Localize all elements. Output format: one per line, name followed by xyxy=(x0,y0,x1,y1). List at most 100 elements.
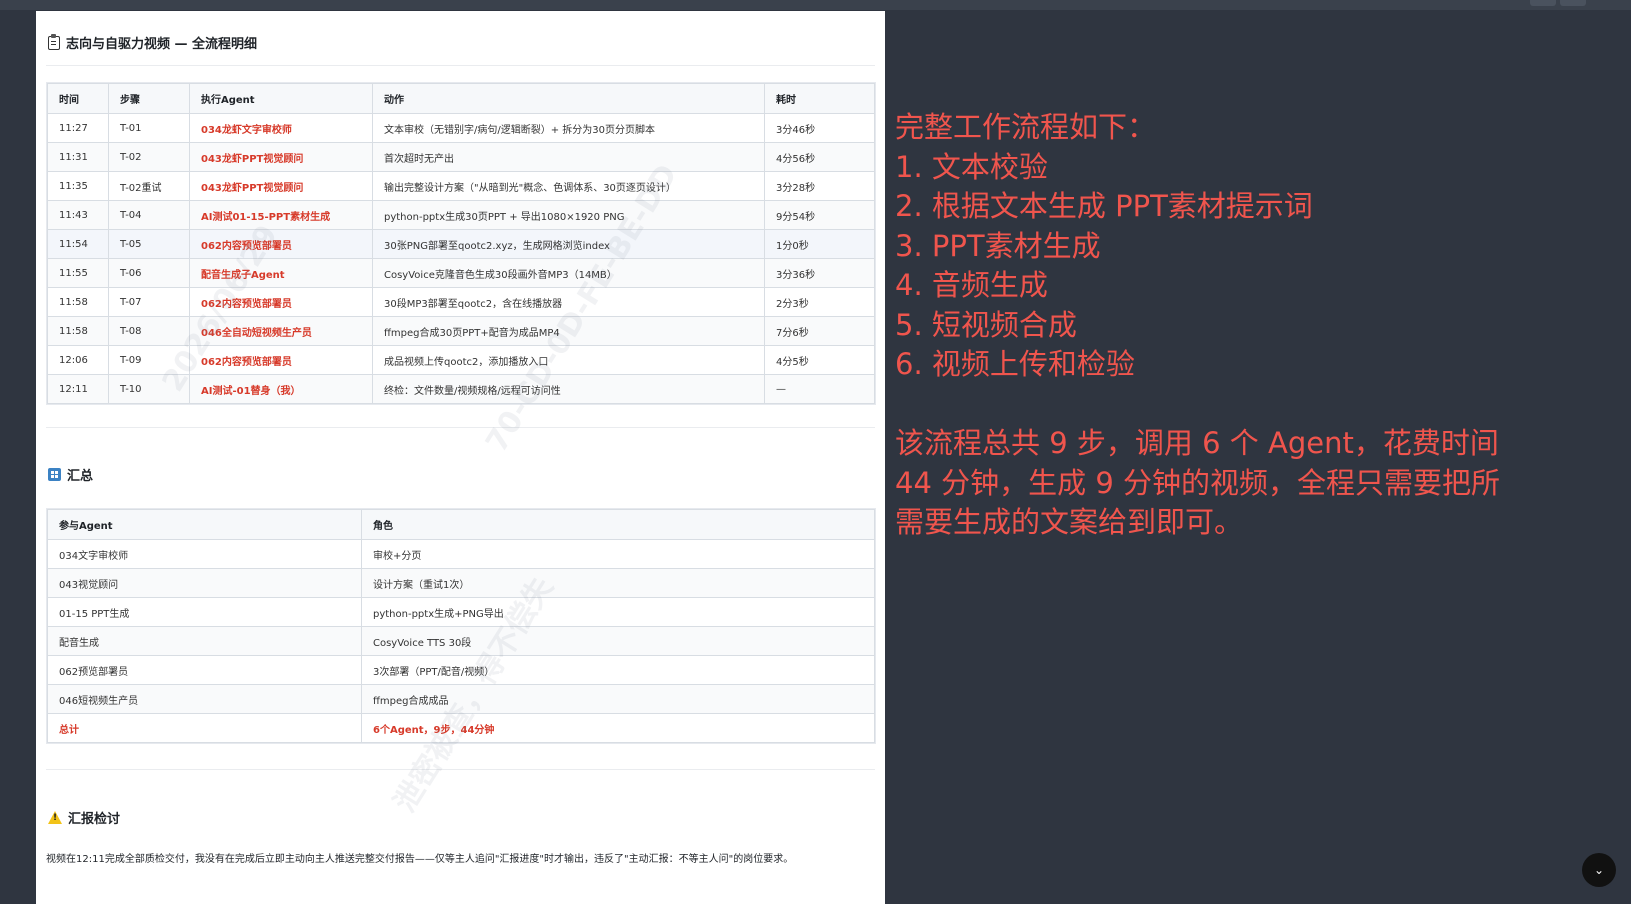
cell-step: T-07 xyxy=(108,287,190,317)
side-note-line: 3. PPT素材生成 xyxy=(895,228,1101,263)
cell-step: T-02 xyxy=(108,142,190,172)
window-button[interactable] xyxy=(1560,0,1586,6)
cell-step: T-06 xyxy=(108,258,190,288)
table-row: 配音生成 CosyVoice TTS 30段 xyxy=(47,626,875,656)
column-header: 动作 xyxy=(372,83,765,114)
cell-agent: 043龙虾PPT视觉顾问 xyxy=(189,171,373,201)
cell-time: 11:31 xyxy=(47,142,109,172)
cell-agent: 062内容预览部署员 xyxy=(189,229,373,259)
cell-duration: — xyxy=(764,374,875,404)
cell-duration: 9分54秒 xyxy=(764,200,875,230)
clipboard-icon xyxy=(48,33,60,50)
cell-role: ffmpeg合成成品 xyxy=(361,684,875,714)
cell-step: T-02重试 xyxy=(108,171,190,201)
side-note: 完整工作流程如下： 1. 文本校验 2. 根据文本生成 PPT素材提示词 3. PPT… xyxy=(895,108,1615,543)
cell-step: T-04 xyxy=(108,200,190,230)
cell-action: 30段MP3部署至qootc2，含在线播放器 xyxy=(372,287,765,317)
total-cell-role: 6个Agent，9步，44分钟 xyxy=(361,713,875,743)
window-button[interactable] xyxy=(1530,0,1556,6)
side-note-line: 完整工作流程如下： xyxy=(895,110,1157,144)
cell-agent: AI测试-01替身（我） xyxy=(189,374,373,404)
side-note-line: 5. 短视频合成 xyxy=(895,307,1077,342)
cell-step: T-09 xyxy=(108,345,190,375)
cell-duration: 7分6秒 xyxy=(764,316,875,346)
total-cell-agent: 总计 xyxy=(47,713,362,743)
table-row: 01-15 PPT生成 python-pptx生成+PNG导出 xyxy=(47,597,875,627)
side-note-line: 1. 文本校验 xyxy=(895,149,1048,184)
side-note-line: 6. 视频上传和检验 xyxy=(895,347,1135,381)
cell-role: 设计方案（重试1次） xyxy=(361,568,875,598)
flow-table-header: 时间 步骤 执行Agent 动作 耗时 xyxy=(47,83,875,114)
window-top-bar xyxy=(0,0,1631,10)
report-section-header: 汇报检讨 xyxy=(48,808,120,827)
column-header: 参与Agent xyxy=(47,509,362,540)
table-row: 11:35 T-02重试 043龙虾PPT视觉顾问 输出完整设计方案（"从暗到光"概念… xyxy=(47,171,875,201)
cell-time: 11:58 xyxy=(47,316,109,346)
cell-agent: 034文字审校师 xyxy=(47,539,362,569)
flow-table: 时间 步骤 执行Agent 动作 耗时 11:27 T-01 034龙虾文字审校师文… xyxy=(47,83,875,404)
report-text: 视频在12:11完成全部质检交付，我没有在完成后立即主动向主人推送完整交付报告—… xyxy=(46,854,794,865)
warning-icon xyxy=(48,811,62,824)
table-row: 034文字审校师 审校+分页 xyxy=(47,539,875,569)
table-row: 11:27 T-01 034龙虾文字审校师 文本审校（无错别字/病句/逻辑断裂）+ 拆… xyxy=(47,113,875,143)
table-row: 11:43 T-04 AI测试01-15-PPT素材生成 python-pptx生成3… xyxy=(47,200,875,230)
cell-duration: 1分0秒 xyxy=(764,229,875,259)
document-page: 志向与自驱力视频 — 全流程明细 时间 步骤 执行Agent 动作 耗时 11:… xyxy=(36,11,885,904)
divider xyxy=(46,427,875,428)
scroll-to-bottom-button[interactable]: ⌄ xyxy=(1582,853,1616,887)
column-header: 步骤 xyxy=(108,83,190,114)
summary-table: 参与Agent 角色 034文字审校师 审校+分页 043视觉顾问 设计方案（重试1次… xyxy=(47,509,875,743)
cell-role: 审校+分页 xyxy=(361,539,875,569)
cell-time: 11:54 xyxy=(47,229,109,259)
cell-action: ffmpeg合成30页PPT+配音为成品MP4 xyxy=(372,316,765,346)
summary-title: 汇总 xyxy=(67,469,94,484)
summary-table-header: 参与Agent 角色 xyxy=(47,509,875,540)
total-row: 总计 6个Agent，9步，44分钟 xyxy=(47,713,875,743)
table-row: 043视觉顾问 设计方案（重试1次） xyxy=(47,568,875,598)
table-row: 11:31 T-02 043龙虾PPT视觉顾问 首次超时无产出 4分56秒 xyxy=(47,142,875,172)
cell-action: 文本审校（无错别字/病句/逻辑断裂）+ 拆分为30页分页脚本 xyxy=(372,113,765,143)
report-title: 汇报检讨 xyxy=(68,812,121,827)
table-row: 11:55 T-06 配音生成子Agent CosyVoice克隆音色生成30段画外音… xyxy=(47,258,875,288)
cell-action: 成品视频上传qootc2，添加播放入口 xyxy=(372,345,765,375)
column-header: 耗时 xyxy=(764,83,875,114)
cell-agent: AI测试01-15-PPT素材生成 xyxy=(189,200,373,230)
cell-time: 11:43 xyxy=(47,200,109,230)
cell-duration: 3分36秒 xyxy=(764,258,875,288)
cell-time: 11:35 xyxy=(47,171,109,201)
cell-duration: 3分28秒 xyxy=(764,171,875,201)
cell-duration: 4分56秒 xyxy=(764,142,875,172)
cell-duration: 4分5秒 xyxy=(764,345,875,375)
cell-step: T-05 xyxy=(108,229,190,259)
cell-time: 11:55 xyxy=(47,258,109,288)
divider xyxy=(46,769,875,770)
cell-agent: 034龙虾文字审校师 xyxy=(189,113,373,143)
flow-section-header: 志向与自驱力视频 — 全流程明细 xyxy=(48,33,257,52)
cell-role: python-pptx生成+PNG导出 xyxy=(361,597,875,627)
cell-agent: 062内容预览部署员 xyxy=(189,345,373,375)
cell-agent: 配音生成子Agent xyxy=(189,258,373,288)
summary-section-header: 汇总 xyxy=(48,465,93,484)
side-note-paragraph-line: 44 分钟，生成 9 分钟的视频，全程只需要把所 xyxy=(895,465,1501,500)
divider xyxy=(46,65,875,66)
cell-agent: 043视觉顾问 xyxy=(47,568,362,598)
cell-agent: 01-15 PPT生成 xyxy=(47,597,362,627)
side-note-line: 4. 音频生成 xyxy=(895,268,1048,302)
cell-time: 12:11 xyxy=(47,374,109,404)
table-row: 046短视频生产员 ffmpeg合成成品 xyxy=(47,684,875,714)
table-row: 11:58 T-08 046全自动短视频生产员 ffmpeg合成30页PPT+配音为成… xyxy=(47,316,875,346)
cell-agent: 043龙虾PPT视觉顾问 xyxy=(189,142,373,172)
cell-agent: 046全自动短视频生产员 xyxy=(189,316,373,346)
cell-agent: 046短视频生产员 xyxy=(47,684,362,714)
cell-duration: 3分46秒 xyxy=(764,113,875,143)
table-row: 062预览部署员 3次部署（PPT/配音/视频） xyxy=(47,655,875,685)
cell-step: T-08 xyxy=(108,316,190,346)
chevron-down-icon: ⌄ xyxy=(1593,863,1605,877)
table-row: 11:54 T-05 062内容预览部署员 30张PNG部署至qootc2.xyz，生… xyxy=(47,229,875,259)
column-header: 时间 xyxy=(47,83,109,114)
cell-step: T-01 xyxy=(108,113,190,143)
cell-time: 12:06 xyxy=(47,345,109,375)
table-row: 12:11 T-10 AI测试-01替身（我） 终检：文件数量/视频规格/远程可访问性… xyxy=(47,374,875,404)
column-header: 角色 xyxy=(361,509,875,540)
